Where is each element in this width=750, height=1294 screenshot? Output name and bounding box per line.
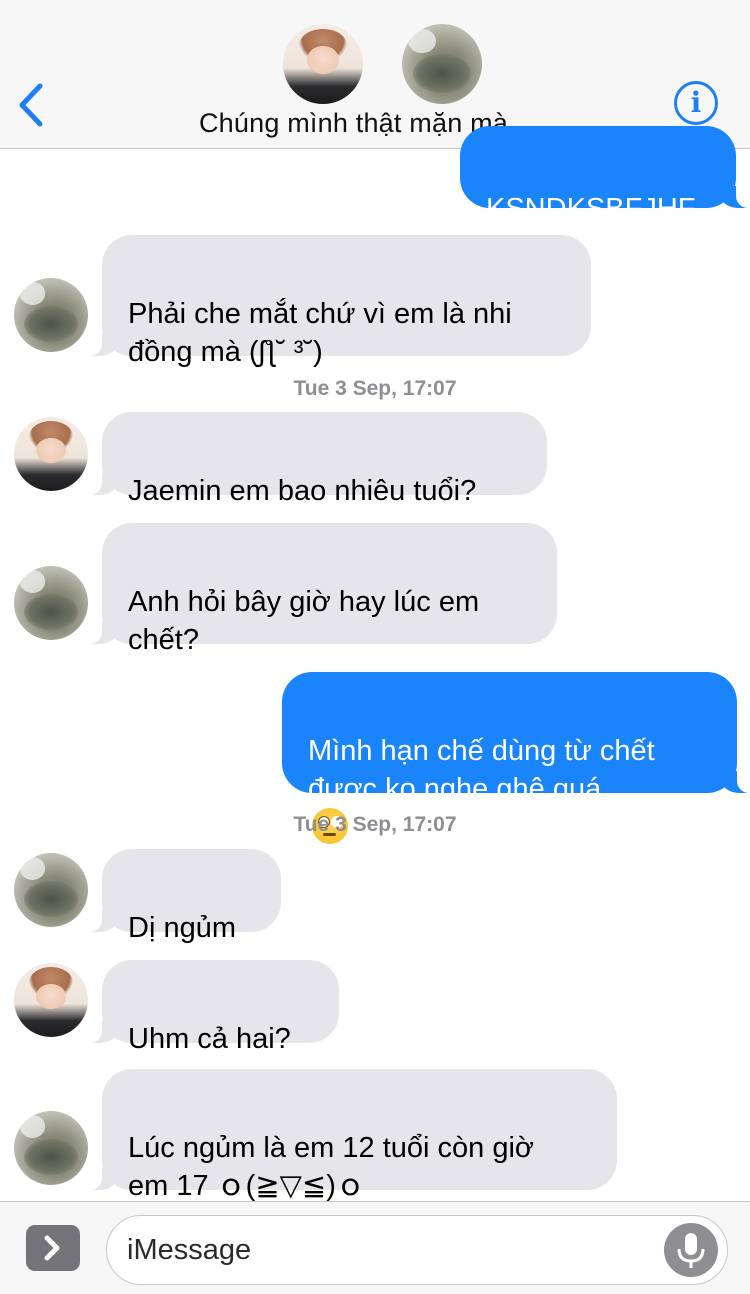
sender-avatar[interactable]: [14, 963, 88, 1037]
dictation-button[interactable]: [664, 1223, 718, 1277]
group-member-avatar-person[interactable]: [283, 24, 363, 104]
message-bubble-outgoing[interactable]: KSNDKSBFJHF: [460, 126, 750, 225]
message-text: Mình hạn chế dùng từ chết được ko nghe g…: [308, 735, 655, 805]
microphone-icon: [677, 1233, 705, 1268]
sender-avatar[interactable]: [14, 566, 88, 640]
message-input[interactable]: iMessage: [106, 1215, 728, 1285]
message-bubble-incoming[interactable]: Jaemin em bao nhiêu tuổi?: [86, 412, 547, 507]
message-text: Dị ngủm: [128, 912, 236, 944]
info-icon: i: [690, 86, 702, 119]
message-timestamp: Tue 3 Sep, 17:07: [293, 377, 457, 400]
sender-avatar[interactable]: [14, 278, 88, 352]
message-bubble-incoming[interactable]: Phải che mắt chứ vì em là nhi đồng mà (ʃ…: [86, 235, 591, 368]
message-text: Phải che mắt chứ vì em là nhi đồng mà (ʃ…: [128, 298, 512, 368]
expand-apps-button[interactable]: [26, 1225, 80, 1271]
message-text: Anh hỏi bây giờ hay lúc em chết?: [128, 586, 480, 656]
message-bubble-incoming[interactable]: Dị ngủm: [86, 849, 281, 944]
chevron-right-icon: [44, 1235, 60, 1261]
message-composer: iMessage: [0, 1201, 750, 1294]
message-text: Uhm cả hai?: [128, 1023, 291, 1055]
message-input-placeholder: iMessage: [127, 1234, 252, 1266]
sender-avatar[interactable]: [14, 417, 88, 491]
message-bubble-incoming[interactable]: Uhm cả hai?: [86, 960, 339, 1055]
message-text: Jaemin em bao nhiêu tuổi?: [128, 475, 477, 507]
message-bubble-incoming[interactable]: Anh hỏi bây giờ hay lúc em chết?: [86, 523, 557, 656]
message-text: KSNDKSBFJHF: [486, 193, 696, 225]
info-button[interactable]: i: [674, 81, 718, 125]
sender-avatar[interactable]: [14, 1111, 88, 1185]
message-bubble-outgoing[interactable]: Mình hạn chế dùng từ chết được ko nghe g…: [282, 672, 750, 844]
message-bubble-incoming[interactable]: Lúc ngủm là em 12 tuổi còn giờ em 17 ｏ(≧…: [86, 1069, 617, 1202]
message-text: Lúc ngủm là em 12 tuổi còn giờ em 17 ｏ(≧…: [128, 1132, 534, 1202]
group-member-avatar-cat[interactable]: [402, 24, 482, 104]
message-timestamp: Tue 3 Sep, 17:07: [293, 813, 457, 836]
sender-avatar[interactable]: [14, 853, 88, 927]
